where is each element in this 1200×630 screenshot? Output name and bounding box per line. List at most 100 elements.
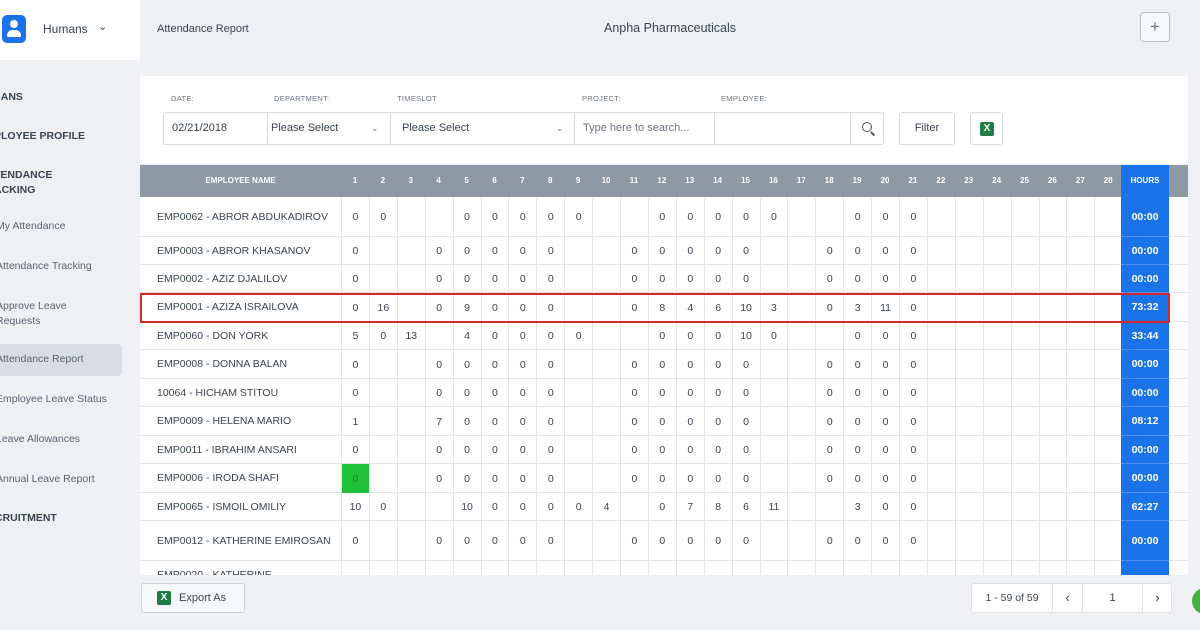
column-header-day: 27 — [1075, 176, 1085, 185]
table-row[interactable]: EMP0008 - DONNA BALAN 0 0 0 0 0 0 0 0 0 0 0 0 0 0 0 00:0… — [140, 350, 1188, 379]
day-cell — [1066, 561, 1094, 575]
sidebar-item-6[interactable]: Attendance Report — [0, 344, 122, 376]
day-cell: 0 — [341, 350, 369, 379]
date-field[interactable]: 02/21/2018 — [172, 113, 267, 144]
table-row[interactable]: EMP0003 - ABROR KHASANOV 0 0 0 0 0 0 0 0 0 0 0 0 0 0 0 0… — [140, 237, 1188, 265]
day-cell — [368, 350, 397, 379]
brand-switcher[interactable]: Humans ⌄ — [0, 0, 140, 60]
filter-button[interactable]: Filter — [899, 112, 955, 145]
sidebar-item-7[interactable]: Employee Leave Status — [0, 392, 122, 407]
day-cell: 0 — [508, 350, 536, 379]
day-cell — [982, 407, 1011, 436]
day-cell: 0 — [480, 197, 509, 237]
excel-icon: X — [157, 591, 171, 605]
day-cell: 0 — [871, 379, 899, 407]
day-cell — [982, 493, 1011, 521]
day-cell: 0 — [620, 265, 648, 293]
day-cell — [564, 436, 592, 464]
day-cell: 0 — [647, 493, 676, 521]
column-header-day: 22 — [936, 176, 946, 185]
table-row[interactable]: EMP0065 - ISMOIL OMILIY 10 0 10 0 0 0 0 4 0 7 8 6 11 3… — [140, 493, 1188, 521]
sidebar-item-10[interactable]: CRUITMENT — [0, 511, 122, 526]
day-cell — [982, 350, 1011, 379]
sidebar-item-label: MANS — [0, 91, 23, 103]
day-cell: 0 — [480, 293, 509, 322]
day-cell — [1066, 322, 1094, 350]
day-cell — [592, 237, 620, 265]
column-header-employee-name[interactable]: EMPLOYEE NAME — [140, 165, 341, 197]
employee-name-cell: EMP0006 - IRODA SHAFI — [157, 472, 279, 484]
day-cell — [1066, 237, 1094, 265]
project-label: PROJECT: — [582, 94, 621, 103]
day-cell: 0 — [480, 493, 509, 521]
day-cell: 0 — [675, 521, 704, 561]
day-cell: 0 — [341, 464, 369, 493]
employee-name-cell: 10064 - HICHAM STITOU — [157, 386, 279, 399]
day-cell — [926, 436, 955, 464]
table-row[interactable]: EMP0012 - KATHERINE EMIROSAN 0 0 0 0 0 0 0 0 0 0 0 0… — [140, 521, 1188, 561]
day-cell: 0 — [815, 293, 843, 322]
sidebar-item-4[interactable]: Attendance Tracking — [0, 259, 122, 274]
day-cell: 0 — [452, 436, 481, 464]
day-cell: 0 — [536, 322, 564, 350]
day-cell: 0 — [675, 265, 704, 293]
day-cell — [592, 561, 620, 575]
day-cell: 0 — [675, 407, 704, 436]
day-cell — [1094, 493, 1122, 521]
timeslot-select[interactable]: Please Select ⌄ — [390, 113, 574, 144]
day-cell: 0 — [536, 379, 564, 407]
sidebar-item-0[interactable]: MANS — [0, 90, 122, 105]
sidebar-item-1[interactable]: PLOYEE PROFILE — [0, 129, 122, 144]
sidebar-item-label: My Attendance — [0, 220, 66, 232]
hours-cell: 00:00 — [1121, 350, 1169, 379]
day-cell — [871, 561, 899, 575]
day-cell: 0 — [675, 350, 704, 379]
sidebar-item-5[interactable]: Approve Leave Requests — [0, 299, 122, 329]
project-search-input[interactable] — [583, 122, 713, 134]
table-row[interactable]: EMP0020 - KATHERINE — [140, 561, 1188, 575]
day-cell — [396, 407, 425, 436]
department-select[interactable]: Please Select ⌄ — [267, 113, 384, 144]
table-row[interactable]: EMP0062 - ABROR ABDUKADIROV 0 0 0 0 0 0 0 0 0 0 0 0 0… — [140, 197, 1188, 237]
day-cell — [424, 197, 453, 237]
add-button[interactable]: + — [1140, 12, 1170, 42]
page-number[interactable]: 1 — [1082, 584, 1142, 612]
sidebar-item-3[interactable]: My Attendance — [0, 219, 122, 234]
export-button[interactable]: X Export As — [141, 583, 245, 613]
day-cell — [564, 521, 592, 561]
day-cell: 0 — [620, 464, 648, 493]
day-cell: 0 — [564, 322, 592, 350]
sidebar-item-2[interactable]: TENDANCE ACKING — [0, 168, 122, 198]
search-icon[interactable] — [850, 113, 885, 144]
day-cell — [452, 561, 481, 575]
table-row[interactable]: EMP0009 - HELENA MARIO 1 7 0 0 0 0 0 0 0 0 0 0 0 0 0 08:… — [140, 407, 1188, 436]
project-search[interactable] — [574, 113, 714, 144]
prev-page-button[interactable]: ‹ — [1052, 584, 1082, 612]
day-cell — [954, 265, 983, 293]
sidebar-item-8[interactable]: Leave Allowances — [0, 432, 122, 447]
day-cell: 11 — [759, 493, 788, 521]
table-row[interactable]: 10064 - HICHAM STITOU 0 0 0 0 0 0 0 0 0 0 0 0 0 0 0 00:0… — [140, 379, 1188, 407]
day-cell — [1010, 464, 1039, 493]
excel-export-button[interactable]: X — [970, 112, 1003, 145]
day-cell — [1038, 407, 1067, 436]
day-cell: 0 — [647, 265, 676, 293]
sidebar-item-9[interactable]: Annual Leave Report — [0, 472, 122, 487]
day-cell — [564, 407, 592, 436]
day-cell — [368, 265, 397, 293]
table-row[interactable]: EMP0060 - DON YORK 5 0 13 4 0 0 0 0 0 0 0 10 0 0 0 0 33:4… — [140, 322, 1188, 350]
table-row[interactable]: EMP0011 - IBRAHIM ANSARI 0 0 0 0 0 0 0 0 0 0 0 0 0 0 0 0… — [140, 436, 1188, 464]
table-row[interactable]: EMP0001 - AZIZA ISRAILOVA 0 16 0 9 0 0 0 0 8 4 6 10 3… — [140, 293, 1188, 322]
next-page-button[interactable]: › — [1142, 584, 1172, 612]
day-cell: 0 — [508, 464, 536, 493]
day-cell — [787, 265, 815, 293]
chat-help-icon[interactable] — [1192, 588, 1200, 614]
table-row[interactable]: EMP0002 - AZIZ DJALILOV 0 0 0 0 0 0 0 0 0 0 0 0 0 0 0 00… — [140, 265, 1188, 293]
day-cell: 0 — [452, 407, 481, 436]
employee-field[interactable] — [714, 113, 850, 144]
day-cell — [620, 493, 648, 521]
column-header-day: 16 — [768, 176, 778, 185]
table-row[interactable]: EMP0006 - IRODA SHAFI 0 0 0 0 0 0 0 0 0 0 0 0 0 0 0 00:0… — [140, 464, 1188, 493]
day-cell — [424, 561, 453, 575]
day-cell — [675, 561, 704, 575]
